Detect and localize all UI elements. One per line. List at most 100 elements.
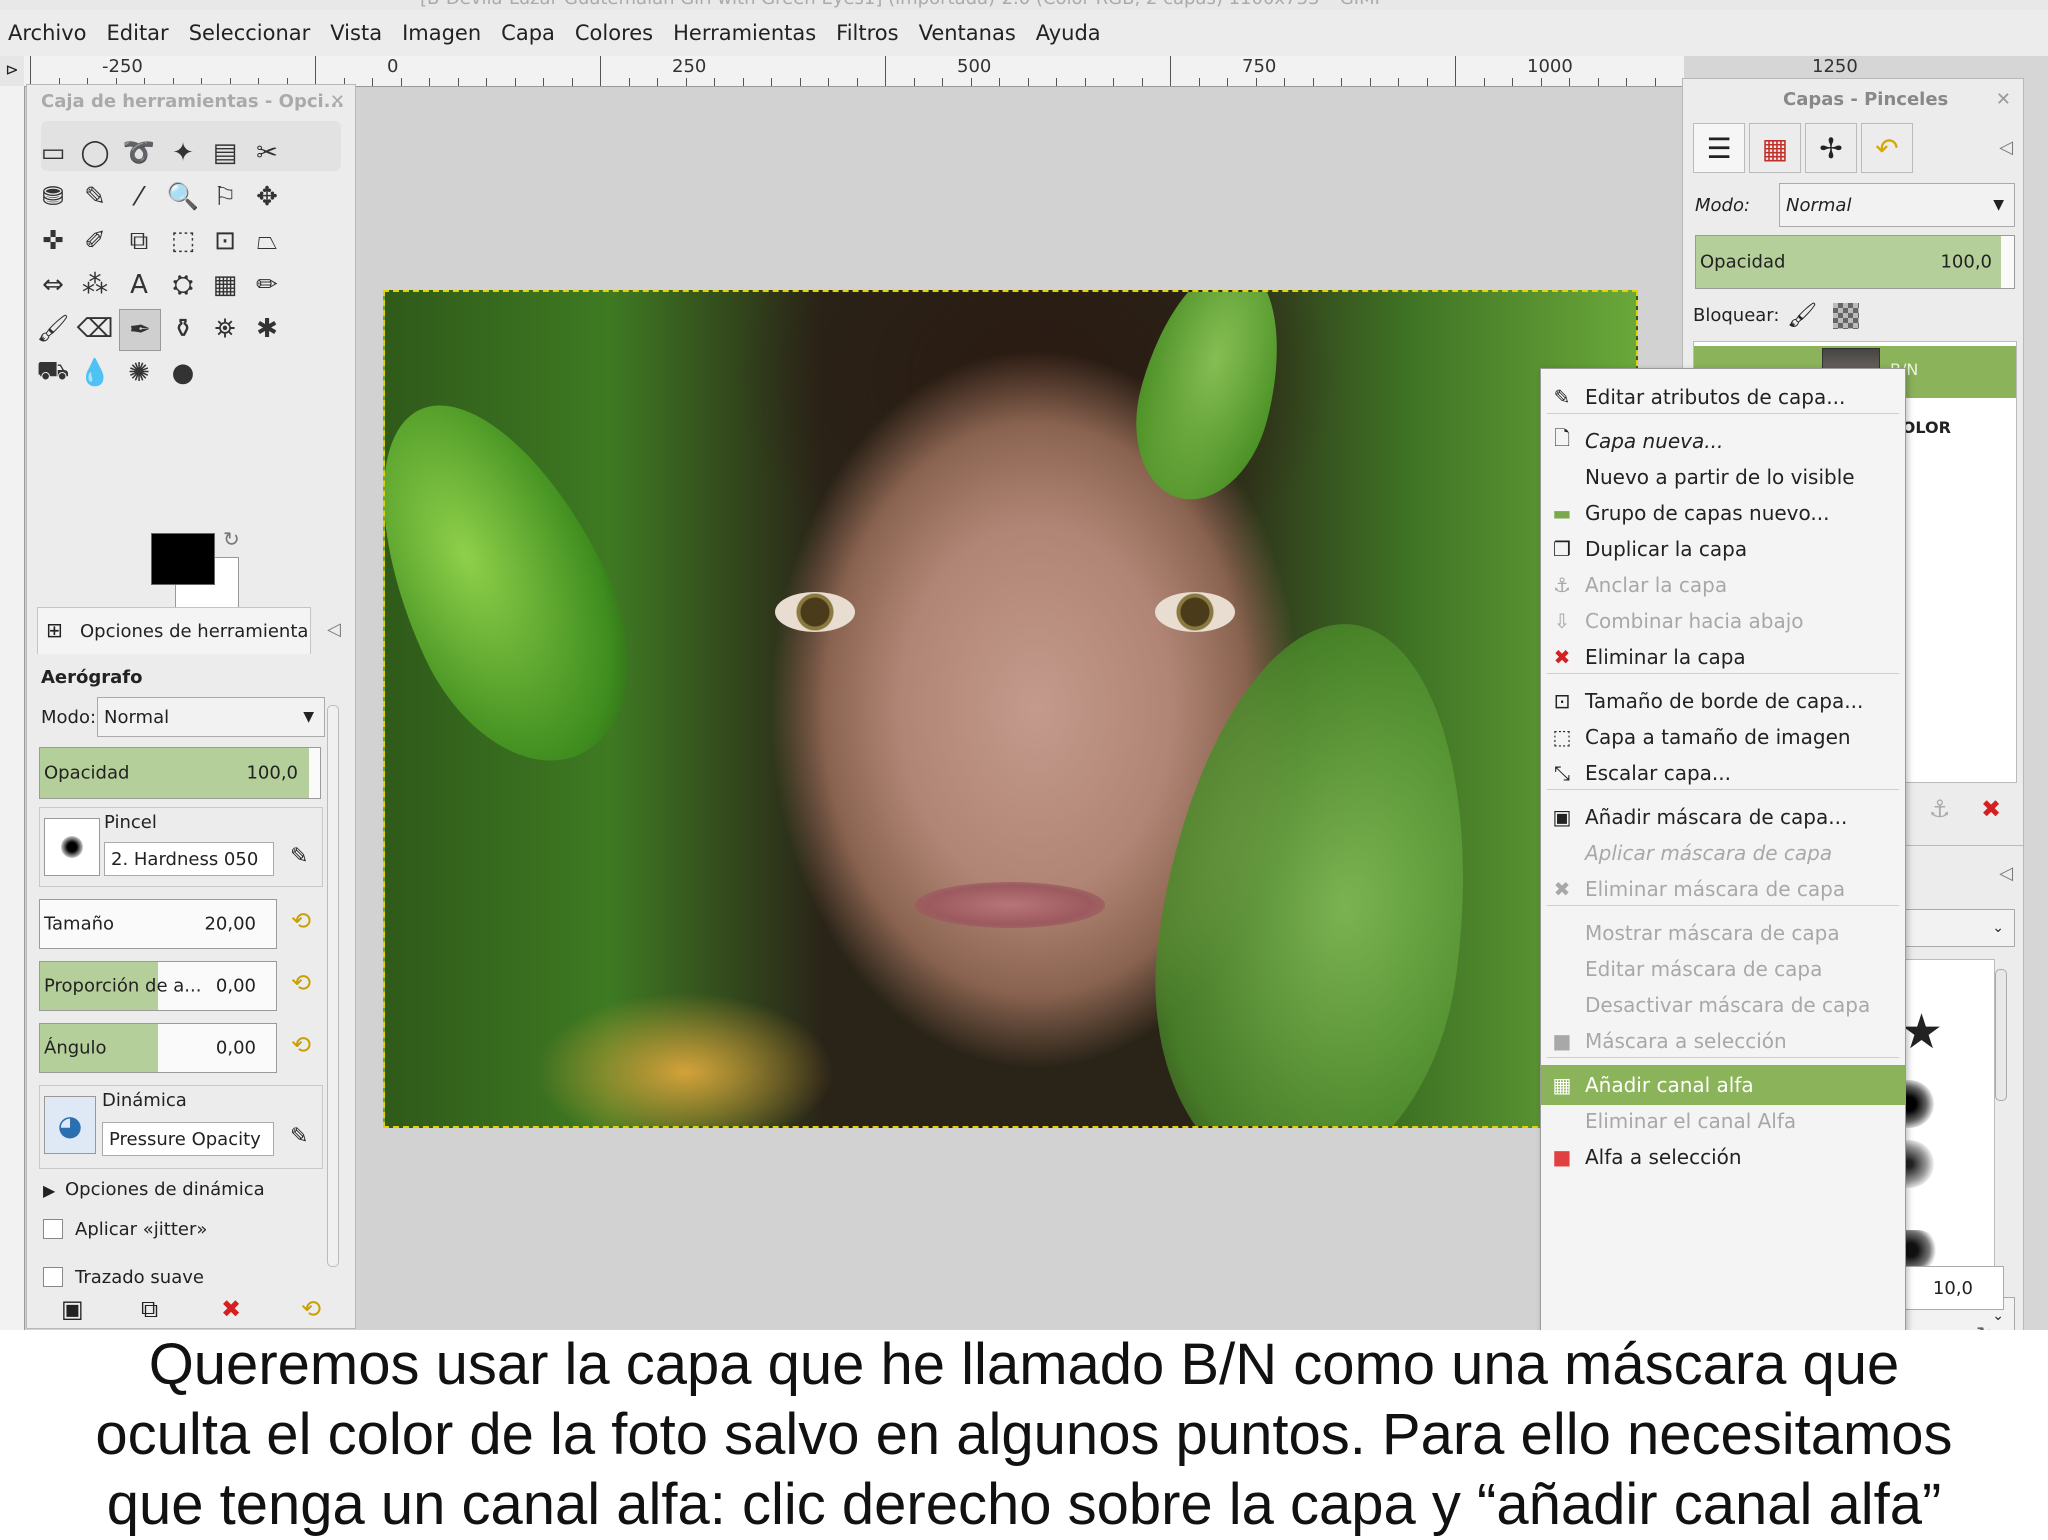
layer-opacity-slider[interactable]: Opacidad 100,0 (1695, 235, 2015, 289)
foreground-color-swatch-top[interactable] (151, 533, 215, 585)
brush-preview[interactable] (44, 818, 100, 876)
lock-pixels-icon[interactable]: 🖌 (1787, 301, 1817, 329)
ruler-corner-icon[interactable]: ⊳ (0, 56, 25, 87)
menu-item[interactable]: ⬚ Capa a tamaño de imagen (1541, 717, 1905, 757)
flip-tool-icon[interactable]: ⇔ (33, 265, 73, 305)
free-select-tool-icon[interactable]: ➰ (119, 133, 159, 173)
panel-menu-icon[interactable]: ◁ (1999, 863, 2013, 884)
menu-imagen[interactable]: Imagen (402, 21, 481, 45)
paths-tool-icon[interactable]: ✎ (75, 177, 115, 217)
panel-menu-icon[interactable]: ◁ (1999, 137, 2013, 158)
tab-layers[interactable]: ☰ (1693, 123, 1745, 173)
menu-vista[interactable]: Vista (330, 21, 382, 45)
panel-menu-icon[interactable]: ◁ (327, 619, 341, 640)
menu-filtros[interactable]: Filtros (836, 21, 898, 45)
menu-item[interactable]: Nuevo a partir de lo visible (1541, 457, 1905, 497)
angle-slider[interactable]: Ángulo 0,00 (39, 1023, 277, 1073)
size-slider[interactable]: Tamaño 20,00 (39, 899, 277, 949)
dynamics-options-expander[interactable]: Opciones de dinámica (65, 1179, 265, 1200)
measure-tool-icon[interactable]: ⚐ (205, 177, 245, 217)
anchor-layer-icon[interactable]: ⚓ (1929, 795, 1951, 823)
menu-item[interactable]: ▦ Añadir canal alfa (1541, 1065, 1905, 1105)
tab-undo[interactable]: ↶ (1861, 123, 1913, 173)
menu-seleccionar[interactable]: Seleccionar (189, 21, 311, 45)
image-canvas[interactable] (383, 290, 1638, 1128)
dynamics-icon[interactable]: ◕ (44, 1096, 96, 1154)
align-tool-icon[interactable]: ✜ (33, 221, 73, 261)
menu-ventanas[interactable]: Ventanas (919, 21, 1016, 45)
close-icon[interactable]: ✕ (1996, 89, 2011, 110)
mode-dropdown[interactable]: Normal ▼ (97, 697, 325, 737)
menu-ayuda[interactable]: Ayuda (1036, 21, 1101, 45)
menu-herramientas[interactable]: Herramientas (673, 21, 816, 45)
menu-colores[interactable]: Colores (575, 21, 653, 45)
cage-tool-icon[interactable]: ⁂ (75, 265, 115, 305)
delete-layer-icon[interactable]: ✖ (1981, 795, 2001, 823)
zoom-tool-icon[interactable]: 🔍 (163, 177, 203, 217)
edit-dynamics-icon[interactable]: ✎ (290, 1124, 308, 1149)
menu-archivo[interactable]: Archivo (8, 21, 87, 45)
menu-item[interactable]: ▣ Añadir máscara de capa... (1541, 797, 1905, 837)
smudge-tool-icon[interactable]: ✺ (119, 353, 159, 393)
scissors-select-tool-icon[interactable]: ✂ (247, 133, 287, 173)
menu-item[interactable]: ⊡ Tamaño de borde de capa... (1541, 681, 1905, 721)
dynamics-name-field[interactable]: Pressure Opacity (102, 1122, 274, 1156)
close-icon[interactable]: ✕ (330, 91, 345, 112)
swap-colors-icon[interactable]: ↻ (223, 527, 240, 551)
menu-item[interactable]: ■ Alfa a selección (1541, 1137, 1905, 1177)
reset-angle-icon[interactable]: ⟲ (291, 1031, 311, 1059)
lock-alpha-icon[interactable] (1833, 303, 1859, 329)
opacity-slider[interactable]: Opacidad 100,0 (39, 747, 321, 799)
menu-item[interactable]: ❐ Duplicar la capa (1541, 529, 1905, 569)
restore-preset-icon[interactable]: ⧉ (141, 1295, 158, 1323)
tab-paths[interactable]: ✢ (1805, 123, 1857, 173)
heal-tool-icon[interactable]: ✱ (247, 309, 287, 349)
menu-item[interactable]: ⤡ Escalar capa... (1541, 753, 1905, 793)
tab-tool-options[interactable]: ⊞ Opciones de herramienta (37, 607, 311, 654)
blur-tool-icon[interactable]: 💧 (75, 353, 115, 393)
save-preset-icon[interactable]: ▣ (61, 1295, 84, 1323)
brush-spacing-field[interactable]: 10,0 (1902, 1266, 2004, 1310)
menu-editar[interactable]: Editar (107, 21, 169, 45)
brushes-scrollbar[interactable] (1995, 969, 2007, 1101)
reset-options-icon[interactable]: ⟲ (301, 1295, 321, 1323)
tool-options-scrollbar[interactable] (327, 705, 339, 1267)
perspective-tool-icon[interactable]: ⏢ (247, 221, 287, 261)
shear-tool-icon[interactable]: ⊡ (205, 221, 245, 261)
ink-tool-icon[interactable]: ⚱ (163, 309, 203, 349)
star-brush-icon[interactable]: ★ (1900, 1004, 1943, 1060)
dodge-burn-tool-icon[interactable]: ● (163, 353, 203, 393)
layer-mode-dropdown[interactable]: Normal ▼ (1779, 183, 2015, 227)
menu-item[interactable]: ▬ Grupo de capas nuevo... (1541, 493, 1905, 533)
perspective-clone-tool-icon[interactable]: ⛟ (33, 353, 73, 393)
edit-brush-icon[interactable]: ✎ (290, 844, 308, 869)
delete-preset-icon[interactable]: ✖ (221, 1295, 241, 1323)
aspect-ratio-slider[interactable]: Proporción de a... 0,00 (39, 961, 277, 1011)
blend-tool-icon[interactable]: ▦ (205, 265, 245, 305)
crop-tool-icon[interactable]: ✐ (75, 221, 115, 261)
reset-size-icon[interactable]: ⟲ (291, 907, 311, 935)
color-picker-tool-icon[interactable]: ⁄ (119, 177, 159, 217)
menu-item[interactable]: ✖ Eliminar la capa (1541, 637, 1905, 677)
foreground-select-tool-icon[interactable]: ⛃ (33, 177, 73, 217)
paintbrush-tool-icon[interactable]: 🖌 (33, 309, 73, 349)
text-tool-icon[interactable]: A (119, 265, 159, 305)
menu-item[interactable]: ✎ Editar atributos de capa... (1541, 377, 1905, 417)
ellipse-select-tool-icon[interactable]: ◯ (75, 133, 115, 173)
menu-capa[interactable]: Capa (501, 21, 555, 45)
move-tool-icon[interactable]: ✥ (247, 177, 287, 217)
pencil-tool-icon[interactable]: ✏ (247, 265, 287, 305)
eraser-tool-icon[interactable]: ⌫ (75, 309, 115, 349)
rotate-tool-icon[interactable]: ⧉ (119, 221, 159, 261)
tab-channels[interactable]: ▦ (1749, 123, 1801, 173)
jitter-checkbox[interactable] (43, 1219, 63, 1239)
airbrush-tool-icon[interactable]: ✒ (119, 309, 161, 351)
clone-tool-icon[interactable]: ⛯ (205, 309, 245, 349)
menu-item[interactable]: 🗋 Capa nueva... (1541, 421, 1905, 461)
smooth-stroke-checkbox[interactable] (43, 1267, 63, 1287)
fuzzy-select-tool-icon[interactable]: ✦ (163, 133, 203, 173)
bucket-fill-tool-icon[interactable]: ⛭ (163, 265, 203, 305)
rect-select-tool-icon[interactable]: ▭ (33, 133, 73, 173)
reset-aspect-icon[interactable]: ⟲ (291, 969, 311, 997)
expander-triangle-icon[interactable]: ▶ (43, 1181, 55, 1200)
